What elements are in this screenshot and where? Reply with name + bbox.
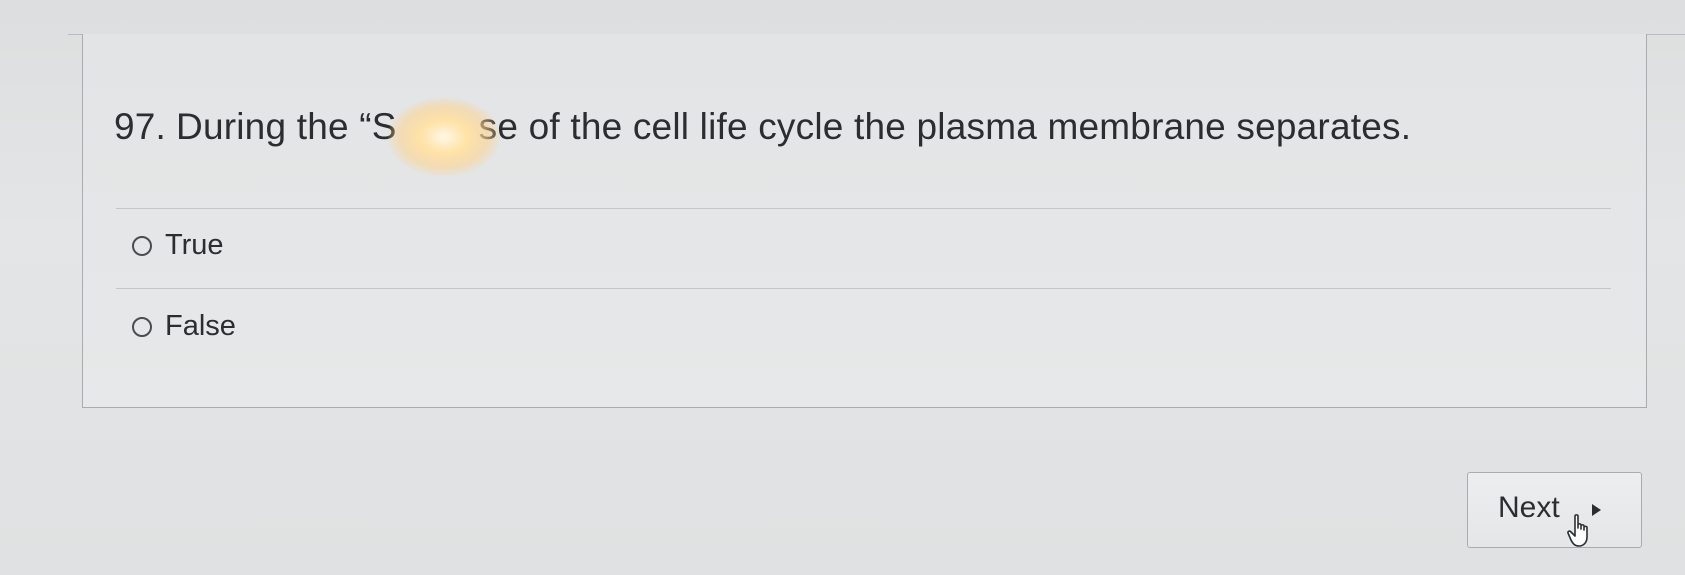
- question-number: 97.: [114, 106, 167, 147]
- radio-false[interactable]: [132, 316, 152, 337]
- question-card: [82, 34, 1647, 408]
- previous-panel-edge: [68, 0, 1685, 35]
- option-false[interactable]: False: [132, 310, 236, 343]
- divider: [116, 288, 1611, 289]
- option-label-false: False: [165, 310, 236, 342]
- option-label-true: True: [165, 229, 224, 261]
- divider: [116, 208, 1611, 209]
- hand-pointer-icon: [1567, 514, 1588, 547]
- question-text-start: During the “S: [176, 106, 397, 147]
- question-text-end: se of the cell life cycle the plasma mem…: [478, 106, 1412, 147]
- radio-true[interactable]: [132, 235, 152, 256]
- next-button-label: Next: [1498, 491, 1560, 524]
- question-text: 97. During the “S se of the cell life cycl…: [114, 106, 1411, 148]
- next-button[interactable]: Next: [1467, 472, 1642, 548]
- option-true[interactable]: True: [132, 229, 224, 262]
- screen-glare: [388, 98, 500, 176]
